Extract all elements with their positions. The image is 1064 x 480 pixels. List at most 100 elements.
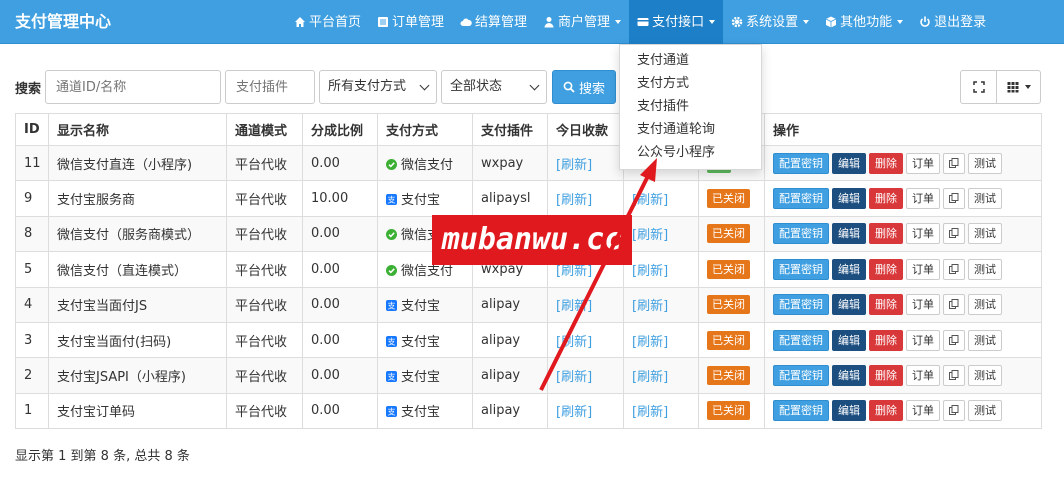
configure-key-button[interactable]: 配置密钥: [773, 223, 829, 245]
copy-button[interactable]: [943, 258, 965, 280]
fullscreen-button[interactable]: [960, 70, 997, 104]
configure-key-button[interactable]: 配置密钥: [773, 329, 829, 351]
status-badge[interactable]: 已关闭: [707, 295, 750, 315]
refresh-link[interactable]: [刷新]: [632, 193, 668, 208]
configure-key-button[interactable]: 配置密钥: [773, 365, 829, 387]
orders-button[interactable]: 订单: [906, 188, 940, 210]
orders-button[interactable]: 订单: [906, 400, 940, 422]
header-ratio[interactable]: 分成比例: [302, 113, 378, 146]
dropdown-item-plugins[interactable]: 支付插件: [620, 95, 761, 118]
nav-home[interactable]: 平台首页: [286, 0, 369, 44]
refresh-link[interactable]: [刷新]: [632, 299, 668, 314]
columns-toggle-button[interactable]: [996, 70, 1041, 104]
delete-button[interactable]: 删除: [869, 188, 903, 210]
dropdown-item-polling[interactable]: 支付通道轮询: [620, 118, 761, 141]
refresh-link[interactable]: [刷新]: [556, 193, 592, 208]
test-button[interactable]: 测试: [968, 329, 1002, 351]
header-mode[interactable]: 通道模式: [226, 113, 303, 146]
nav-merchant[interactable]: 商户管理: [535, 0, 629, 44]
nav-logout[interactable]: 退出登录: [911, 0, 994, 44]
refresh-link[interactable]: [刷新]: [556, 158, 592, 173]
credit-card-icon: [637, 18, 649, 26]
brand-title[interactable]: 支付管理中心: [15, 0, 111, 43]
dropdown-item-methods[interactable]: 支付方式: [620, 72, 761, 95]
header-ops[interactable]: 操作: [764, 113, 1042, 146]
status-badge[interactable]: 已关闭: [707, 189, 750, 209]
dropdown-item-miniprogram[interactable]: 公众号小程序: [620, 141, 761, 164]
status-select[interactable]: 全部状态: [441, 70, 547, 104]
test-button[interactable]: 测试: [968, 223, 1002, 245]
status-badge[interactable]: 已关闭: [707, 401, 750, 421]
copy-button[interactable]: [943, 365, 965, 387]
copy-button[interactable]: [943, 294, 965, 316]
delete-button[interactable]: 删除: [869, 223, 903, 245]
configure-key-button[interactable]: 配置密钥: [773, 258, 829, 280]
status-badge[interactable]: 已关闭: [707, 224, 750, 244]
nav-settle[interactable]: 结算管理: [452, 0, 535, 44]
edit-button[interactable]: 编辑: [832, 188, 866, 210]
nav-payapi[interactable]: 支付接口: [629, 0, 724, 44]
refresh-link[interactable]: [刷新]: [632, 264, 668, 279]
configure-key-button[interactable]: 配置密钥: [773, 152, 829, 174]
plugin-search-input[interactable]: [225, 70, 315, 104]
nav-settings[interactable]: 系统设置: [723, 0, 817, 44]
pay-method-select[interactable]: 所有支付方式: [319, 70, 437, 104]
configure-key-button[interactable]: 配置密钥: [773, 294, 829, 316]
copy-button[interactable]: [943, 223, 965, 245]
nav-orders[interactable]: 订单管理: [369, 0, 452, 44]
channel-search-input[interactable]: [45, 70, 221, 104]
refresh-link[interactable]: [刷新]: [556, 299, 592, 314]
test-button[interactable]: 测试: [968, 400, 1002, 422]
test-button[interactable]: 测试: [968, 258, 1002, 280]
delete-button[interactable]: 删除: [869, 152, 903, 174]
refresh-link[interactable]: [刷新]: [632, 405, 668, 420]
edit-button[interactable]: 编辑: [832, 152, 866, 174]
delete-button[interactable]: 删除: [869, 329, 903, 351]
orders-button[interactable]: 订单: [906, 258, 940, 280]
header-id[interactable]: ID: [15, 113, 49, 146]
copy-button[interactable]: [943, 400, 965, 422]
test-button[interactable]: 测试: [968, 294, 1002, 316]
status-badge[interactable]: 已关闭: [707, 259, 750, 279]
orders-button[interactable]: 订单: [906, 365, 940, 387]
header-plugin[interactable]: 支付插件: [472, 113, 548, 146]
refresh-link[interactable]: [刷新]: [556, 405, 592, 420]
header-method[interactable]: 支付方式: [377, 113, 473, 146]
configure-key-button[interactable]: 配置密钥: [773, 188, 829, 210]
copy-button[interactable]: [943, 188, 965, 210]
edit-button[interactable]: 编辑: [832, 329, 866, 351]
status-badge[interactable]: 已关闭: [707, 366, 750, 386]
orders-button[interactable]: 订单: [906, 223, 940, 245]
edit-button[interactable]: 编辑: [832, 365, 866, 387]
delete-button[interactable]: 删除: [869, 365, 903, 387]
dropdown-item-channels[interactable]: 支付通道: [620, 49, 761, 72]
header-today[interactable]: 今日收款: [547, 113, 624, 146]
configure-key-button[interactable]: 配置密钥: [773, 400, 829, 422]
edit-button[interactable]: 编辑: [832, 223, 866, 245]
delete-button[interactable]: 删除: [869, 258, 903, 280]
refresh-link[interactable]: [刷新]: [632, 228, 668, 243]
wechat-pay-icon: [386, 229, 397, 241]
copy-button[interactable]: [943, 152, 965, 174]
refresh-link[interactable]: [刷新]: [556, 335, 592, 350]
test-button[interactable]: 测试: [968, 152, 1002, 174]
refresh-link[interactable]: [刷新]: [632, 335, 668, 350]
header-name[interactable]: 显示名称: [48, 113, 227, 146]
test-button[interactable]: 测试: [968, 365, 1002, 387]
refresh-link[interactable]: [刷新]: [556, 370, 592, 385]
copy-button[interactable]: [943, 329, 965, 351]
orders-button[interactable]: 订单: [906, 294, 940, 316]
refresh-link[interactable]: [刷新]: [556, 264, 592, 279]
search-button[interactable]: 搜索: [552, 70, 616, 104]
delete-button[interactable]: 删除: [869, 400, 903, 422]
status-badge[interactable]: 已关闭: [707, 330, 750, 350]
refresh-link[interactable]: [刷新]: [632, 370, 668, 385]
test-button[interactable]: 测试: [968, 188, 1002, 210]
orders-button[interactable]: 订单: [906, 329, 940, 351]
orders-button[interactable]: 订单: [906, 152, 940, 174]
edit-button[interactable]: 编辑: [832, 400, 866, 422]
edit-button[interactable]: 编辑: [832, 294, 866, 316]
nav-other[interactable]: 其他功能: [817, 0, 911, 44]
edit-button[interactable]: 编辑: [832, 258, 866, 280]
delete-button[interactable]: 删除: [869, 294, 903, 316]
